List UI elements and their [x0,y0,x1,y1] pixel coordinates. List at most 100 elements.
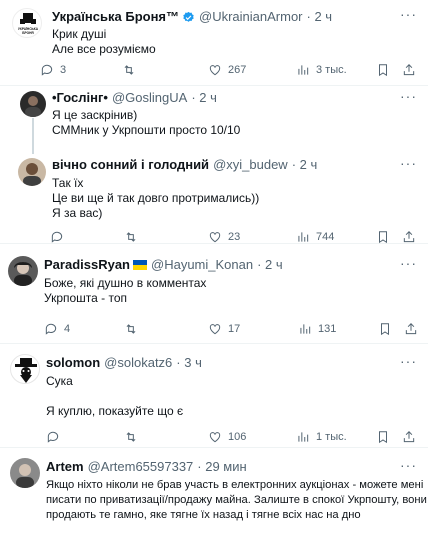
share-button[interactable] [402,63,416,77]
reply-icon [41,64,53,76]
share-icon [403,231,415,243]
tweet-text-line: Сука [46,374,73,388]
avatar[interactable] [10,458,40,488]
reply-icon [47,431,59,443]
views-icon [298,432,309,442]
more-icon[interactable]: ··· [400,255,417,271]
like-button[interactable]: 17 [208,322,240,336]
tweet-text-line: Укрпошта - топ [44,291,128,305]
views-button[interactable]: 744 [296,230,334,244]
retweet-icon [126,324,136,334]
timestamp[interactable]: · 29 мин [197,459,246,475]
svg-text:БРОНЯ: БРОНЯ [22,31,34,35]
retweet-button[interactable] [124,322,138,336]
person-avatar-icon [25,96,41,117]
reply-button[interactable] [46,430,60,444]
share-button[interactable] [404,322,418,336]
views-count: 1 тыс. [316,431,347,443]
author-name[interactable]: Artem [46,459,84,475]
tweet-xyi-budew[interactable]: вічно сонний і голодний @xyi_budew · 2 ч… [0,152,428,244]
author-handle[interactable]: @GoslingUA [112,90,187,106]
reply-button[interactable] [50,230,64,244]
like-icon [209,232,221,243]
shield-logo-icon: УКРАЇНСЬКА БРОНЯ [18,13,39,35]
bookmark-button[interactable] [376,63,390,77]
retweet-button[interactable] [124,230,138,244]
tweet-solomon[interactable]: solomon @solokatz6 · 3 ч ··· Сука Я купл… [0,344,428,448]
timestamp[interactable]: · 2 ч [257,257,283,273]
views-count: 131 [318,323,337,335]
like-count: 17 [228,323,241,335]
hat-avatar-icon [15,358,37,383]
more-icon[interactable]: ··· [400,457,417,473]
like-icon [209,65,221,76]
bookmark-icon [379,231,387,244]
more-icon[interactable]: ··· [400,88,417,104]
views-button[interactable]: 3 тыс. [296,63,347,77]
timestamp[interactable]: · 2 ч [292,157,318,173]
tweet-text-line: продають те гамно, яке тягне їх назад і … [46,509,361,521]
verified-badge-icon [183,11,194,22]
timestamp[interactable]: · 2 ч [191,90,217,106]
tweet-text-line: Я за вас) [52,206,103,220]
author-name[interactable]: •Гослінг• [52,90,108,106]
share-button[interactable] [402,230,416,244]
retweet-icon [126,432,136,442]
views-button[interactable]: 1 тыс. [296,430,347,444]
more-icon[interactable]: ··· [400,155,417,171]
views-button[interactable]: 131 [298,322,336,336]
views-icon [298,232,309,242]
tweet-text-line: Крик душі [52,27,107,41]
avatar[interactable] [8,256,38,286]
author-name[interactable]: Українська Броня™ [52,9,179,25]
avatar[interactable] [20,91,46,117]
author-handle[interactable]: @Hayumi_Konan [151,257,253,273]
retweet-icon [126,232,136,242]
like-button[interactable]: 106 [208,430,246,444]
author-name[interactable]: вічно сонний і голодний [52,157,209,173]
tweet-ukrainian-armor[interactable]: УКРАЇНСЬКА БРОНЯ Українська Броня™ @Ukra… [0,0,428,86]
author-handle[interactable]: @Artem65597337 [88,459,194,475]
reply-button[interactable]: 4 [44,322,70,336]
tweet-text-line: Так їх [52,176,84,190]
reply-button[interactable]: 3 [40,63,66,77]
tweet-paradissryan[interactable]: ParadissRyan @Hayumi_Konan · 2 ч ··· Бож… [0,248,428,344]
author-name[interactable]: solomon [46,355,100,371]
more-icon[interactable]: ··· [400,6,417,22]
share-icon [403,431,415,443]
timestamp[interactable]: · 2 ч [307,9,333,25]
retweet-button[interactable] [124,430,138,444]
reply-count: 4 [64,323,71,335]
person-avatar-icon [14,262,32,286]
person-avatar-icon [16,464,34,488]
views-icon [300,324,311,334]
bookmark-button[interactable] [376,230,390,244]
tweet-text-line: Але все розуміємо [52,42,156,56]
ukraine-flag-icon [133,260,147,270]
bookmark-button[interactable] [378,322,392,336]
reply-count: 3 [60,64,67,76]
author-handle[interactable]: @UkrainianArmor [199,9,303,25]
author-handle[interactable]: @xyi_budew [213,157,288,173]
like-button[interactable]: 267 [208,63,246,77]
like-count: 106 [228,431,247,443]
avatar[interactable] [18,158,46,186]
avatar[interactable]: УКРАЇНСЬКА БРОНЯ [12,8,42,38]
tweet-artem[interactable]: Artem @Artem65597337 · 29 мин ··· Якщо н… [0,448,428,548]
tweet-text-line [46,389,183,404]
reply-icon [51,231,63,243]
share-button[interactable] [402,430,416,444]
author-name[interactable]: ParadissRyan [44,257,130,273]
bookmark-icon [379,64,387,77]
bookmark-button[interactable] [376,430,390,444]
timestamp[interactable]: · 3 ч [176,355,202,371]
retweet-button[interactable] [122,63,136,77]
like-count: 23 [228,231,241,243]
tweet-gosling[interactable]: •Гослінг• @GoslingUA · 2 ч ··· Я це заск… [0,86,428,152]
views-icon [298,65,309,75]
author-handle[interactable]: @solokatz6 [104,355,172,371]
avatar[interactable] [10,354,40,384]
more-icon[interactable]: ··· [400,353,417,369]
like-button[interactable]: 23 [208,230,240,244]
bookmark-icon [381,323,389,336]
